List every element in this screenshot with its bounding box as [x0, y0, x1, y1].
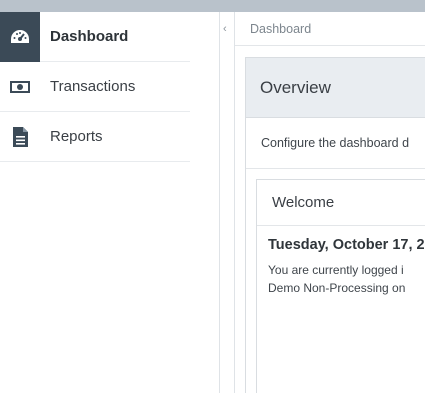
sidebar-item-label: Dashboard	[50, 28, 129, 45]
sidebar-item-reports[interactable]: Reports	[0, 112, 190, 162]
sidebar-item-transactions[interactable]: Transactions	[0, 62, 190, 112]
welcome-message: You are currently logged i Demo Non-Proc…	[257, 253, 425, 297]
breadcrumb: Dashboard	[235, 12, 425, 46]
sidebar-item-label: Transactions	[50, 78, 136, 95]
top-bar	[0, 0, 425, 12]
welcome-line: You are currently logged i	[268, 263, 404, 277]
dashboard-gauge-icon	[0, 11, 40, 62]
sidebar-collapse-strip: ‹	[220, 12, 235, 393]
sidebar-item-label: Reports	[50, 128, 103, 145]
welcome-card: Welcome Tuesday, October 17, 2 You are c…	[256, 179, 425, 393]
current-date: Tuesday, October 17, 2	[268, 237, 425, 253]
main-content: Dashboard Overview Configure the dashboa…	[235, 12, 425, 393]
welcome-line: Demo Non-Processing on	[268, 281, 406, 295]
sidebar-item-dashboard[interactable]: Dashboard	[0, 11, 190, 62]
card-title: Welcome	[257, 180, 425, 226]
overview-panel: Overview Configure the dashboard d Welco…	[245, 57, 425, 393]
panel-description: Configure the dashboard d	[246, 118, 425, 169]
chevron-left-icon[interactable]: ‹	[223, 23, 227, 35]
sidebar: Dashboard Transactions Reports	[0, 11, 220, 393]
document-icon	[0, 112, 40, 162]
money-bill-icon	[0, 62, 40, 112]
breadcrumb-item[interactable]: Dashboard	[250, 22, 311, 36]
panel-title: Overview	[246, 58, 425, 118]
